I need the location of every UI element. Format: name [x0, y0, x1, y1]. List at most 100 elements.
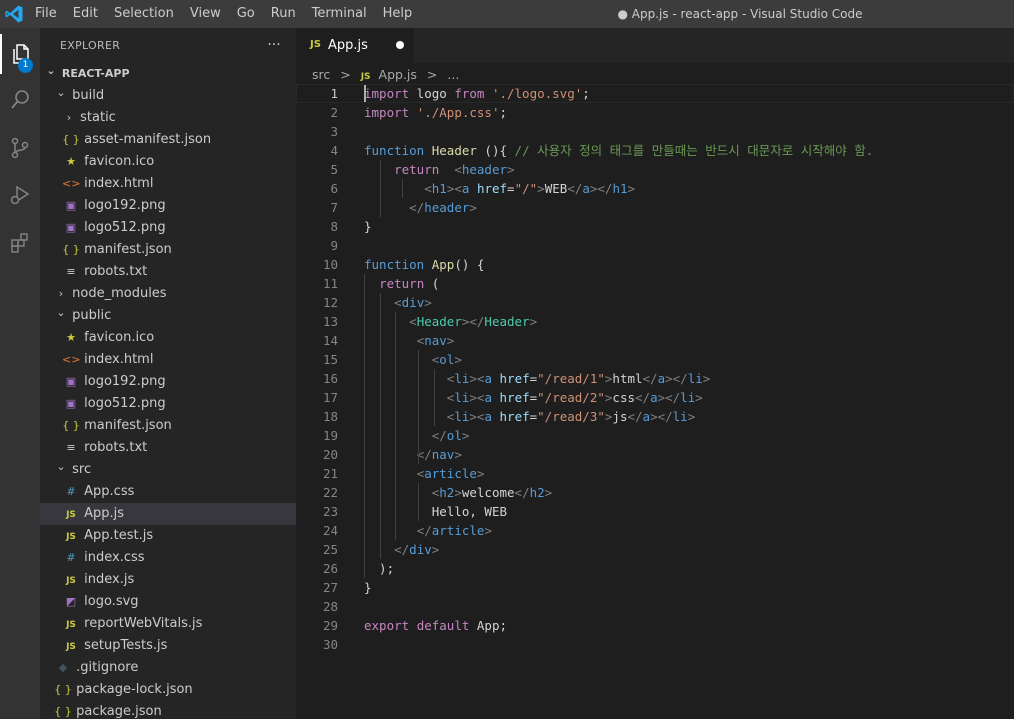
file-package-json[interactable]: { } package.json: [40, 701, 296, 719]
folder-static[interactable]: › static: [40, 107, 296, 129]
folder-build[interactable]: ⌄ build: [40, 85, 296, 107]
file-logo512-png[interactable]: ▣ logo512.png: [40, 393, 296, 415]
line-number: 22: [322, 485, 338, 500]
title-bar: File Edit Selection View Go Run Terminal Help ●…: [0, 0, 1014, 28]
file-index-html[interactable]: <> index.html: [40, 173, 296, 195]
menu-run[interactable]: Run: [263, 0, 304, 28]
file-manifest-json[interactable]: { } manifest.json: [40, 415, 296, 437]
menu-file[interactable]: File: [27, 0, 65, 28]
line-number: 21: [322, 466, 338, 481]
code-line[interactable]: 21 <article>: [296, 464, 1014, 483]
code-line[interactable]: 16 <li><a href="/read/1">html</a></li>: [296, 369, 1014, 388]
run-debug-activity-button[interactable]: [0, 175, 40, 215]
vscode-logo-icon[interactable]: [4, 4, 24, 24]
folder-public[interactable]: ⌄ public: [40, 305, 296, 327]
file-robots-txt[interactable]: ≡ robots.txt: [40, 261, 296, 283]
code-line[interactable]: 27}: [296, 578, 1014, 597]
code-line[interactable]: 12 <div>: [296, 293, 1014, 312]
code-line[interactable]: 8}: [296, 217, 1014, 236]
tree-item-label: App.js: [84, 506, 125, 521]
file-index-js[interactable]: JS index.js: [40, 569, 296, 591]
breadcrumb-folder[interactable]: src: [312, 67, 330, 82]
file-app-js[interactable]: JS App.js: [40, 503, 296, 525]
explorer-activity-button[interactable]: 1: [0, 34, 40, 74]
line-number: 6: [330, 181, 338, 196]
tree-item-label: package.json: [76, 704, 162, 719]
folder-react-app[interactable]: ⌄ REACT-APP: [40, 63, 296, 85]
menu-selection[interactable]: Selection: [106, 0, 182, 28]
code-line[interactable]: 6 <h1><a href="/">WEB</a></h1>: [296, 179, 1014, 198]
code-line[interactable]: 22 <h2>welcome</h2>: [296, 483, 1014, 502]
code-line[interactable]: 25 </div>: [296, 540, 1014, 559]
code-line[interactable]: 19 </ol>: [296, 426, 1014, 445]
tree-item-label: App.test.js: [84, 528, 154, 543]
file-index-css[interactable]: # index.css: [40, 547, 296, 569]
file-reportwebvitals-js[interactable]: JS reportWebVitals.js: [40, 613, 296, 635]
code-line[interactable]: 3: [296, 122, 1014, 141]
file-index-html[interactable]: <> index.html: [40, 349, 296, 371]
code-line[interactable]: 15 <ol>: [296, 350, 1014, 369]
code-line[interactable]: 17 <li><a href="/read/2">css</a></li>: [296, 388, 1014, 407]
code-line[interactable]: 14 <nav>: [296, 331, 1014, 350]
svg-file-icon: ◩: [65, 595, 77, 608]
code-line[interactable]: 29 export default App;: [296, 616, 1014, 635]
code-line[interactable]: 20 </nav>: [296, 445, 1014, 464]
file-logo512-png[interactable]: ▣ logo512.png: [40, 217, 296, 239]
file-setuptests-js[interactable]: JS setupTests.js: [40, 635, 296, 657]
code-line[interactable]: 4 function Header (){ // 사용자 정의 태그를 만들때는 …: [296, 141, 1014, 160]
menu-edit[interactable]: Edit: [65, 0, 106, 28]
tree-item-label: index.js: [84, 572, 135, 587]
code-line[interactable]: 30: [296, 635, 1014, 654]
file-favicon-ico[interactable]: ★ favicon.ico: [40, 151, 296, 173]
html-file-icon: <>: [62, 353, 81, 366]
file-package-lock-json[interactable]: { } package-lock.json: [40, 679, 296, 701]
unsaved-dot-icon[interactable]: [396, 41, 404, 49]
file-logo-svg[interactable]: ◩ logo.svg: [40, 591, 296, 613]
code-line[interactable]: 1 import logo from './logo.svg';: [296, 84, 1014, 103]
file-logo192-png[interactable]: ▣ logo192.png: [40, 195, 296, 217]
code-line[interactable]: 2 import './App.css';: [296, 103, 1014, 122]
breadcrumb-symbol[interactable]: ...: [447, 67, 459, 82]
file-favicon-ico[interactable]: ★ favicon.ico: [40, 327, 296, 349]
code-editor[interactable]: 1 import logo from './logo.svg'; 2 import '…: [296, 84, 1014, 654]
line-content: <li><a href="/read/3">js</a></li>: [446, 409, 696, 424]
tab-app-js[interactable]: JS App.js: [296, 28, 414, 63]
menu-terminal[interactable]: Terminal: [304, 0, 375, 28]
css-file-icon: #: [66, 551, 76, 564]
file-manifest-json[interactable]: { } manifest.json: [40, 239, 296, 261]
code-line[interactable]: 23 Hello, WEB: [296, 502, 1014, 521]
explorer-title: EXPLORER: [60, 39, 121, 52]
file-gitignore[interactable]: ◆ .gitignore: [40, 657, 296, 679]
code-line[interactable]: 10 function App() {: [296, 255, 1014, 274]
menu-help[interactable]: Help: [375, 0, 421, 28]
js-file-icon: JS: [310, 39, 321, 50]
code-line[interactable]: 5 return <header>: [296, 160, 1014, 179]
file-logo192-png[interactable]: ▣ logo192.png: [40, 371, 296, 393]
code-line[interactable]: 28: [296, 597, 1014, 616]
search-activity-button[interactable]: [0, 80, 40, 120]
extensions-activity-button[interactable]: [0, 223, 40, 263]
menu-go[interactable]: Go: [229, 0, 263, 28]
breadcrumb: src > JS App.js > ...: [312, 65, 459, 85]
folder-node-modules[interactable]: › node_modules: [40, 283, 296, 305]
code-line[interactable]: 11 return (: [296, 274, 1014, 293]
code-line[interactable]: 7 </header>: [296, 198, 1014, 217]
breadcrumb-file[interactable]: App.js: [379, 67, 417, 82]
file-app-css[interactable]: # App.css: [40, 481, 296, 503]
file-robots-txt[interactable]: ≡ robots.txt: [40, 437, 296, 459]
tree-item-label: index.css: [84, 550, 145, 565]
line-number: 15: [322, 352, 338, 367]
file-app-test-js[interactable]: JS App.test.js: [40, 525, 296, 547]
source-control-activity-button[interactable]: [0, 128, 40, 168]
html-file-icon: <>: [62, 177, 81, 190]
line-content: <article>: [416, 466, 485, 481]
code-line[interactable]: 24 </article>: [296, 521, 1014, 540]
code-line[interactable]: 26 );: [296, 559, 1014, 578]
code-line[interactable]: 13 <Header></Header>: [296, 312, 1014, 331]
code-line[interactable]: 18 <li><a href="/read/3">js</a></li>: [296, 407, 1014, 426]
more-actions-icon[interactable]: ···: [264, 28, 284, 63]
file-asset-manifest-json[interactable]: { } asset-manifest.json: [40, 129, 296, 151]
menu-view[interactable]: View: [182, 0, 229, 28]
folder-src[interactable]: ⌄ src: [40, 459, 296, 481]
code-line[interactable]: 9: [296, 236, 1014, 255]
